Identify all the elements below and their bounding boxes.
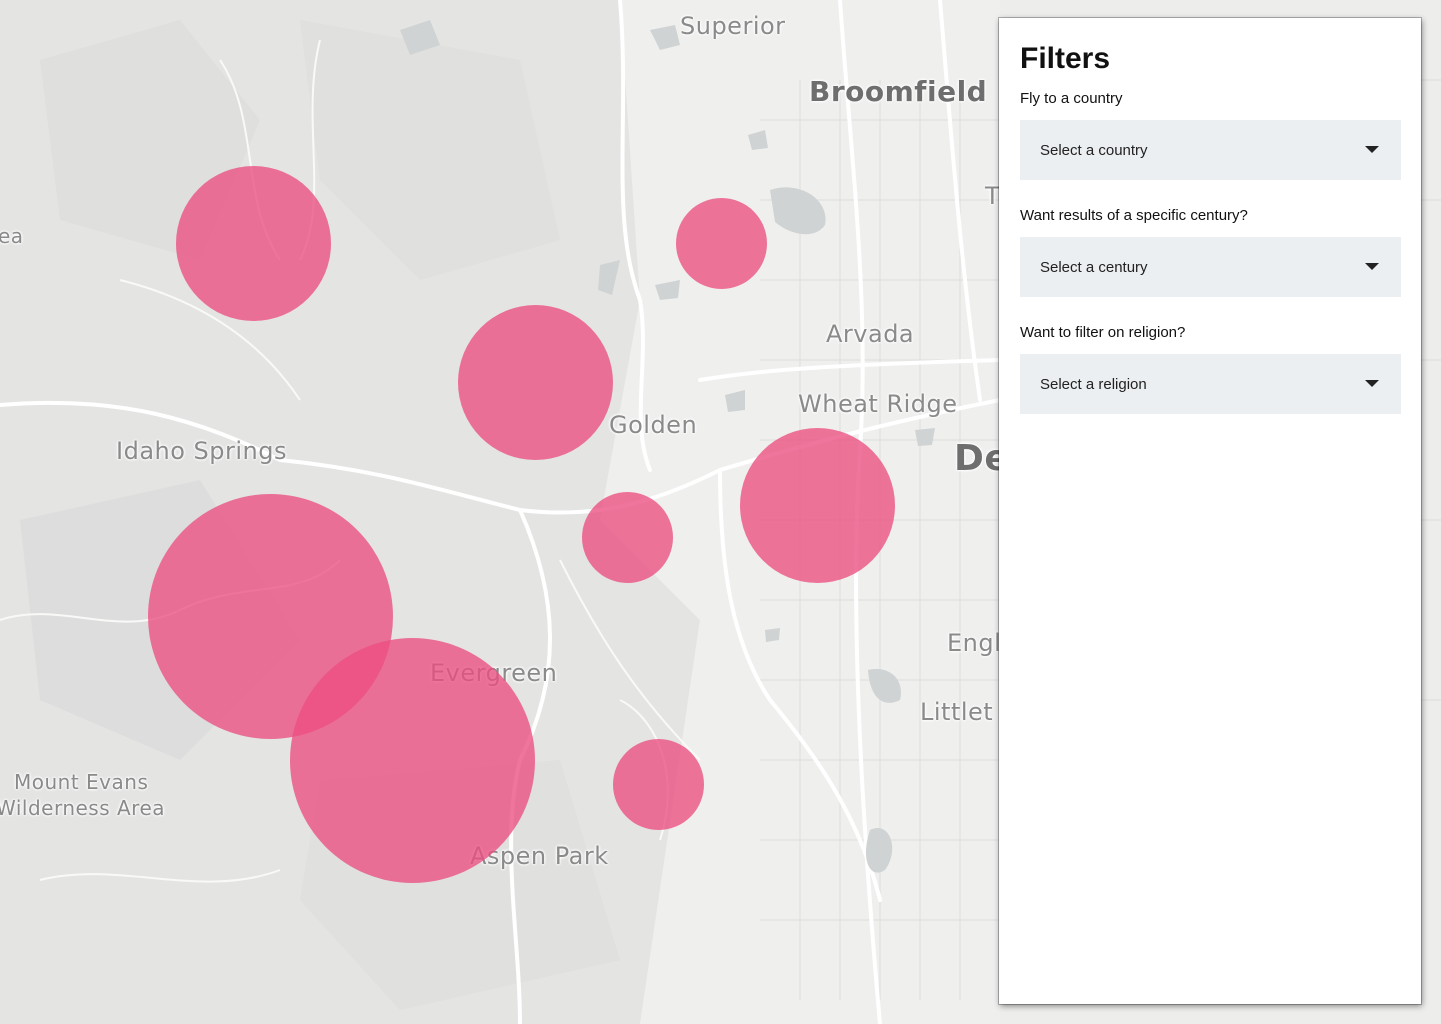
map-marker[interactable] [740, 428, 895, 583]
map-marker[interactable] [582, 492, 673, 583]
country-select-value: Select a country [1040, 141, 1148, 159]
place-label-littleton: Littlet [920, 698, 994, 726]
map-marker[interactable] [290, 638, 535, 883]
place-label-wilderness-area: Wilderness Area [0, 796, 166, 820]
caret-down-icon [1365, 263, 1379, 270]
place-label-superior: Superior [680, 12, 786, 40]
caret-down-icon [1365, 146, 1379, 153]
place-label-broomfield: Broomfield [809, 75, 988, 108]
place-label-area-edge: ea [0, 224, 24, 248]
place-label-arvada: Arvada [826, 320, 915, 348]
place-label-idaho-springs: Idaho Springs [116, 437, 287, 465]
map-marker[interactable] [613, 739, 704, 830]
place-label-t: T [985, 182, 1001, 210]
place-label-golden: Golden [609, 411, 698, 439]
century-select-value: Select a century [1040, 258, 1148, 276]
century-select[interactable]: Select a century [1020, 237, 1401, 297]
place-label-mount-evans: Mount Evans [14, 770, 149, 794]
map-marker[interactable] [676, 198, 767, 289]
place-label-englewood: Engl [947, 629, 1002, 657]
filters-title: Filters [1020, 42, 1111, 75]
religion-select[interactable]: Select a religion [1020, 354, 1401, 414]
map-marker[interactable] [458, 305, 613, 460]
filters-panel: Filters Fly to a country Select a countr… [999, 18, 1421, 1004]
caret-down-icon [1365, 380, 1379, 387]
place-label-wheat-ridge: Wheat Ridge [798, 390, 958, 418]
map-marker[interactable] [176, 166, 331, 321]
religion-select-value: Select a religion [1040, 375, 1147, 393]
century-label: Want results of a specific century? [1020, 207, 1248, 224]
country-label: Fly to a country [1020, 90, 1123, 107]
religion-label: Want to filter on religion? [1020, 324, 1186, 341]
country-select[interactable]: Select a country [1020, 120, 1401, 180]
